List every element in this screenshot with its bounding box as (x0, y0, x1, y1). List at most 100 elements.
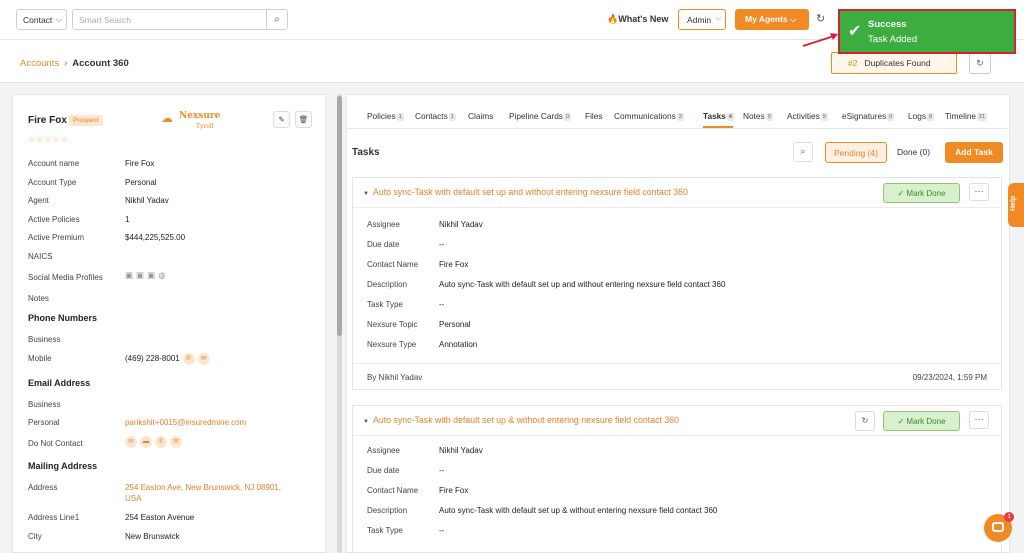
done-filter-button[interactable]: Done (0) (891, 142, 936, 163)
check-icon: ✔ (848, 23, 862, 40)
field-value: Personal (125, 178, 157, 187)
linkedin-icon[interactable]: ▣ (125, 270, 136, 280)
field-label: Social Media Profiles (28, 273, 103, 282)
field-label: Description (367, 506, 408, 515)
field-label: Task Type (367, 300, 403, 309)
sync-icon[interactable]: ↻ (855, 411, 875, 431)
chevron-down-icon: ⌵ (715, 15, 721, 22)
do-not-contact-icons: ✉ ▬ ✆ ✉ (125, 436, 182, 448)
chat-launcher[interactable]: 1 (984, 512, 1014, 542)
twitter-icon[interactable]: ▣ (147, 270, 158, 280)
field-value: 1 (125, 215, 130, 224)
add-task-button[interactable]: Add Task (945, 142, 1003, 163)
task-title[interactable]: ▼ Auto sync-Task with default set up and … (363, 187, 688, 197)
field-label: Description (367, 280, 408, 289)
duplicates-found-button[interactable]: #2 Duplicates Found (831, 52, 957, 74)
tab-notes[interactable]: Notes 9 (743, 111, 773, 121)
field-value: Auto sync-Task with default set up and w… (439, 280, 726, 289)
field-label: Assignee (367, 446, 400, 455)
field-label: Business (28, 335, 61, 344)
scrollbar-thumb[interactable] (337, 96, 342, 336)
mark-done-button[interactable]: ✓ Mark Done (883, 183, 960, 203)
my-agents-button[interactable]: My Agents ⌵ (735, 9, 809, 30)
tab-files[interactable]: Files (585, 111, 603, 121)
account-name: Fire Fox (28, 115, 67, 126)
admin-select[interactable]: Admin ⌵ (678, 9, 726, 30)
task-card-header: ▼ Auto sync-Task with default set up and … (353, 178, 1001, 208)
edit-icon[interactable]: ✎ (273, 111, 290, 128)
field-value: Auto sync-Task with default set up & wit… (439, 506, 718, 515)
address-link[interactable]: 254 Easton Ave, New Brunswick, NJ 08901, (125, 483, 281, 492)
field-label: City (28, 532, 42, 541)
field-label: Account Type (28, 178, 77, 187)
scrollbar[interactable] (337, 94, 342, 553)
search-icon[interactable]: ⌕ (266, 9, 288, 30)
delete-icon[interactable]: 🗑 (295, 111, 312, 128)
phone-icon[interactable]: ✆ (182, 353, 195, 365)
tab-communications[interactable]: Communications 3 (614, 111, 684, 121)
field-value: -- (439, 526, 445, 535)
mail-icon[interactable]: ✉ (170, 436, 182, 448)
field-value: Nikhil Yadav (439, 446, 483, 455)
field-label: Contact Name (367, 486, 419, 495)
contact-name-link[interactable]: Fire Fox (439, 260, 468, 269)
refresh-icon[interactable]: ↻ (816, 12, 825, 25)
field-label: NAICS (28, 252, 53, 261)
smart-search-input[interactable]: Smart Search (72, 9, 267, 30)
contact-type-select[interactable]: Contact ⌵ (16, 9, 67, 30)
field-label: Due date (367, 466, 400, 475)
tab-timeline[interactable]: Timeline 21 (945, 111, 988, 121)
field-label: Contact Name (367, 260, 419, 269)
caret-down-icon[interactable]: ▼ (363, 419, 369, 425)
facebook-icon[interactable]: ▣ (136, 270, 147, 280)
caret-down-icon[interactable]: ▼ (363, 191, 369, 197)
tab-logs[interactable]: Logs 8 (908, 111, 935, 121)
tab-claims[interactable]: Claims (468, 111, 493, 121)
timestamp: 09/23/2024, 1:59 PM (912, 373, 987, 382)
task-title[interactable]: ▼ Auto sync-Task with default set up & wi… (363, 415, 679, 425)
task-card-footer: By Nikhil Yadav 09/23/2024, 1:59 PM (353, 363, 1001, 389)
phone-icon[interactable]: ✆ (155, 436, 167, 448)
tab-tasks[interactable]: Tasks 4 (703, 111, 734, 121)
tab-pipeline-cards[interactable]: Pipeline Cards 0 (509, 111, 572, 121)
tasks-panel: Policies 1 Contacts 1 Claims Pipeline Card… (346, 94, 1010, 553)
task-card-header: ▼ Auto sync-Task with default set up & wi… (353, 406, 1001, 436)
tab-activities[interactable]: Activities 9 (787, 111, 828, 121)
chat-icon[interactable]: ▬ (140, 436, 152, 448)
field-label: Task Type (367, 526, 403, 535)
rating-stars[interactable]: ☆☆☆☆☆ (28, 135, 69, 144)
field-label: Nexsure Type (367, 340, 417, 349)
address-link-line2[interactable]: USA (125, 494, 141, 503)
help-tab[interactable]: Help (1008, 183, 1024, 227)
breadcrumb-accounts-link[interactable]: Accounts (20, 58, 59, 69)
email-link[interactable]: parikshit+0015@insuredmine.com (125, 418, 246, 427)
tab-contacts[interactable]: Contacts 1 (415, 111, 456, 121)
phone-section-title: Phone Numbers (28, 313, 98, 323)
field-value: Fire Fox (125, 159, 155, 168)
sms-icon[interactable]: ✉ (197, 353, 210, 365)
social-icons: ▣▣▣◍ (125, 270, 169, 281)
search-icon[interactable]: ⌕ (793, 142, 813, 162)
globe-icon[interactable]: ◍ (158, 270, 168, 280)
field-label: Do Not Contact (28, 439, 83, 448)
chat-icon (992, 522, 1004, 532)
mark-done-button[interactable]: ✓ Mark Done (883, 411, 960, 431)
field-value: Nikhil Yadav (125, 196, 169, 205)
tab-policies[interactable]: Policies 1 (367, 111, 404, 121)
more-options-icon[interactable]: ⋯ (969, 411, 989, 429)
field-label: Due date (367, 240, 400, 249)
tab-esignatures[interactable]: eSignatures 0 (842, 111, 895, 121)
refresh-icon[interactable]: ↻ (969, 53, 991, 74)
breadcrumb-current: Account 360 (72, 58, 129, 69)
breadcrumb: Accounts › Account 360 (20, 58, 129, 69)
email-icon[interactable]: ✉ (125, 436, 137, 448)
field-label: Business (28, 400, 61, 409)
pending-filter-button[interactable]: Pending (4) (825, 142, 887, 163)
nexsure-logo: ☁ Nexsure Tyrell (161, 111, 221, 130)
mobile-value: (469) 228-8001 ✆ ✉ (125, 353, 210, 365)
field-value: -- (439, 300, 445, 309)
more-options-icon[interactable]: ⋯ (969, 183, 989, 201)
contact-name-link[interactable]: Fire Fox (439, 486, 468, 495)
cloud-icon: ☁ (161, 111, 173, 125)
whats-new-link[interactable]: 🔥What's New (607, 14, 668, 25)
